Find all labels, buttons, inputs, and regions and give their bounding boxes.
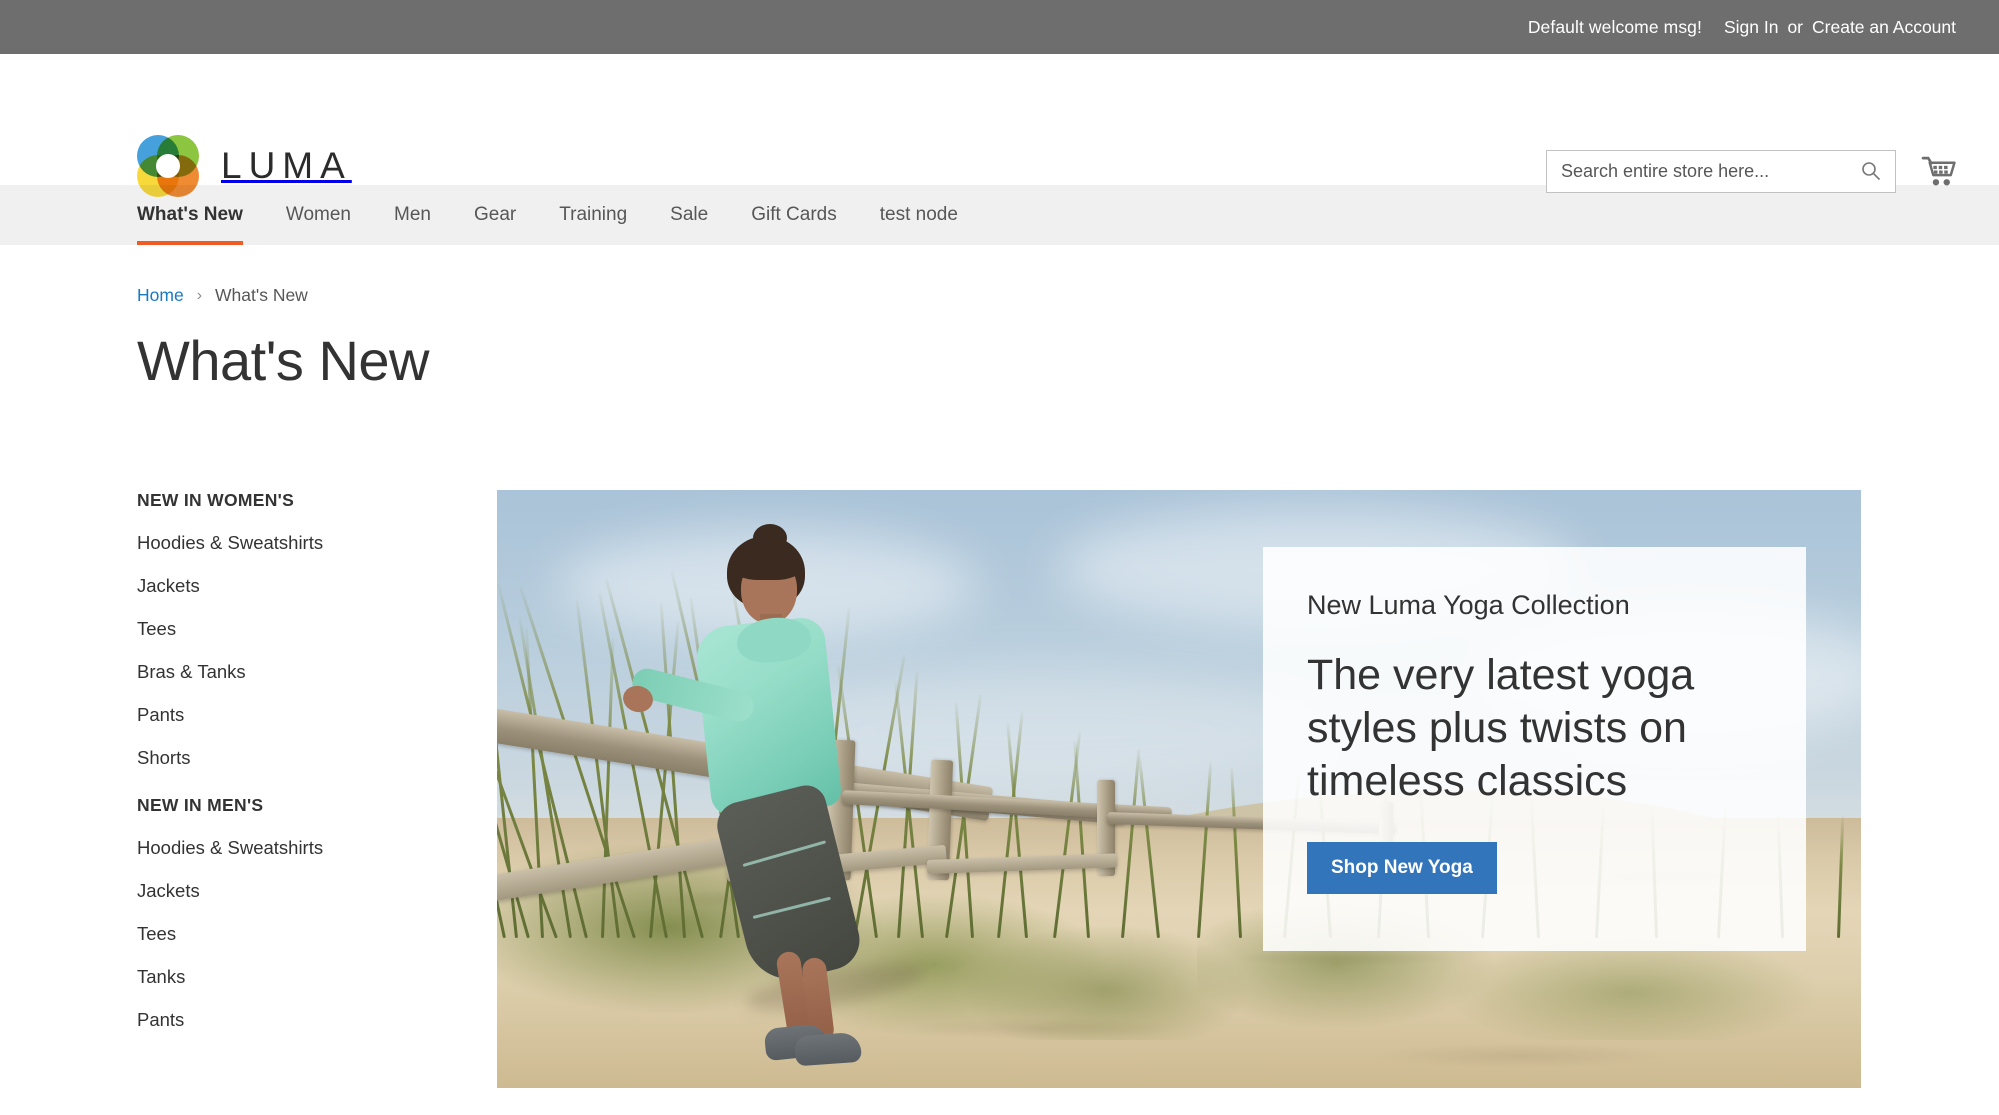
sidebar-group-mens: NEW IN MEN'S Hoodies & Sweatshirts Jacke…	[137, 795, 497, 1031]
breadcrumb-home[interactable]: Home	[137, 285, 184, 306]
nav-item-test-node[interactable]: test node	[880, 185, 958, 245]
hero-banner[interactable]: New Luma Yoga Collection The very latest…	[497, 490, 1861, 1088]
breadcrumb-current: What's New	[215, 285, 308, 305]
sidebar-item-mens-tees[interactable]: Tees	[137, 923, 497, 945]
promo-panel: New Luma Yoga Collection The very latest…	[1263, 547, 1806, 951]
or-separator: or	[1787, 16, 1804, 37]
shop-new-yoga-button[interactable]: Shop New Yoga	[1307, 842, 1497, 894]
sidebar-heading-mens: NEW IN MEN'S	[137, 795, 264, 815]
sidebar-item-womens-jackets[interactable]: Jackets	[137, 575, 497, 597]
sidebar-item-womens-pants[interactable]: Pants	[137, 704, 497, 726]
create-account-link[interactable]: Create an Account	[1812, 17, 1956, 38]
nav-item-men[interactable]: Men	[394, 185, 431, 245]
site-header: LUMA	[0, 54, 1999, 197]
sidebar-item-mens-tanks[interactable]: Tanks	[137, 966, 497, 988]
promo-title: The very latest yoga styles plus twists …	[1307, 651, 1695, 805]
breadcrumb: Home › What's New	[0, 245, 1999, 306]
sidebar-item-womens-bras-tanks[interactable]: Bras & Tanks	[137, 661, 497, 683]
main-content: Home › What's New What's New NEW IN WOME…	[0, 245, 1999, 1088]
nav-item-women[interactable]: Women	[286, 185, 351, 245]
model-shoe-front	[794, 1031, 862, 1067]
nav-item-whats-new[interactable]: What's New	[137, 185, 243, 245]
chevron-right-icon: ›	[196, 286, 203, 304]
welcome-message: Default welcome msg!	[1527, 16, 1702, 37]
header-actions	[1546, 150, 1956, 193]
search-icon[interactable]	[1861, 161, 1881, 181]
nav-item-training[interactable]: Training	[559, 185, 627, 245]
nav-item-gift-cards[interactable]: Gift Cards	[751, 185, 837, 245]
promo-eyebrow: New Luma Yoga Collection	[1307, 590, 1630, 620]
model-figure	[620, 524, 985, 1067]
sign-in-link[interactable]: Sign In	[1724, 17, 1778, 38]
top-panel: Default welcome msg! Sign In or Create a…	[0, 0, 1999, 54]
logo-wordmark: LUMA	[221, 145, 352, 186]
sidebar: NEW IN WOMEN'S Hoodies & Sweatshirts Jac…	[137, 490, 497, 1088]
sidebar-item-womens-tees[interactable]: Tees	[137, 618, 497, 640]
sidebar-item-womens-hoodies[interactable]: Hoodies & Sweatshirts	[137, 532, 497, 554]
search-input[interactable]	[1547, 151, 1847, 192]
sidebar-heading-womens: NEW IN WOMEN'S	[137, 490, 295, 510]
content-columns: NEW IN WOMEN'S Hoodies & Sweatshirts Jac…	[0, 393, 1999, 1088]
cart-link[interactable]	[1921, 155, 1956, 189]
nav-item-gear[interactable]: Gear	[474, 185, 516, 245]
sidebar-item-womens-shorts[interactable]: Shorts	[137, 747, 497, 769]
sidebar-item-mens-pants[interactable]: Pants	[137, 1009, 497, 1031]
sidebar-group-womens: NEW IN WOMEN'S Hoodies & Sweatshirts Jac…	[137, 490, 497, 769]
main-navigation: What's New Women Men Gear Training Sale …	[0, 185, 1999, 245]
sidebar-item-mens-hoodies[interactable]: Hoodies & Sweatshirts	[137, 837, 497, 859]
model-hair-front	[733, 552, 801, 580]
nav-item-sale[interactable]: Sale	[670, 185, 708, 245]
page-title: What's New	[137, 329, 429, 392]
cart-icon	[1921, 155, 1956, 189]
search-box[interactable]	[1546, 150, 1896, 193]
sidebar-item-mens-jackets[interactable]: Jackets	[137, 880, 497, 902]
